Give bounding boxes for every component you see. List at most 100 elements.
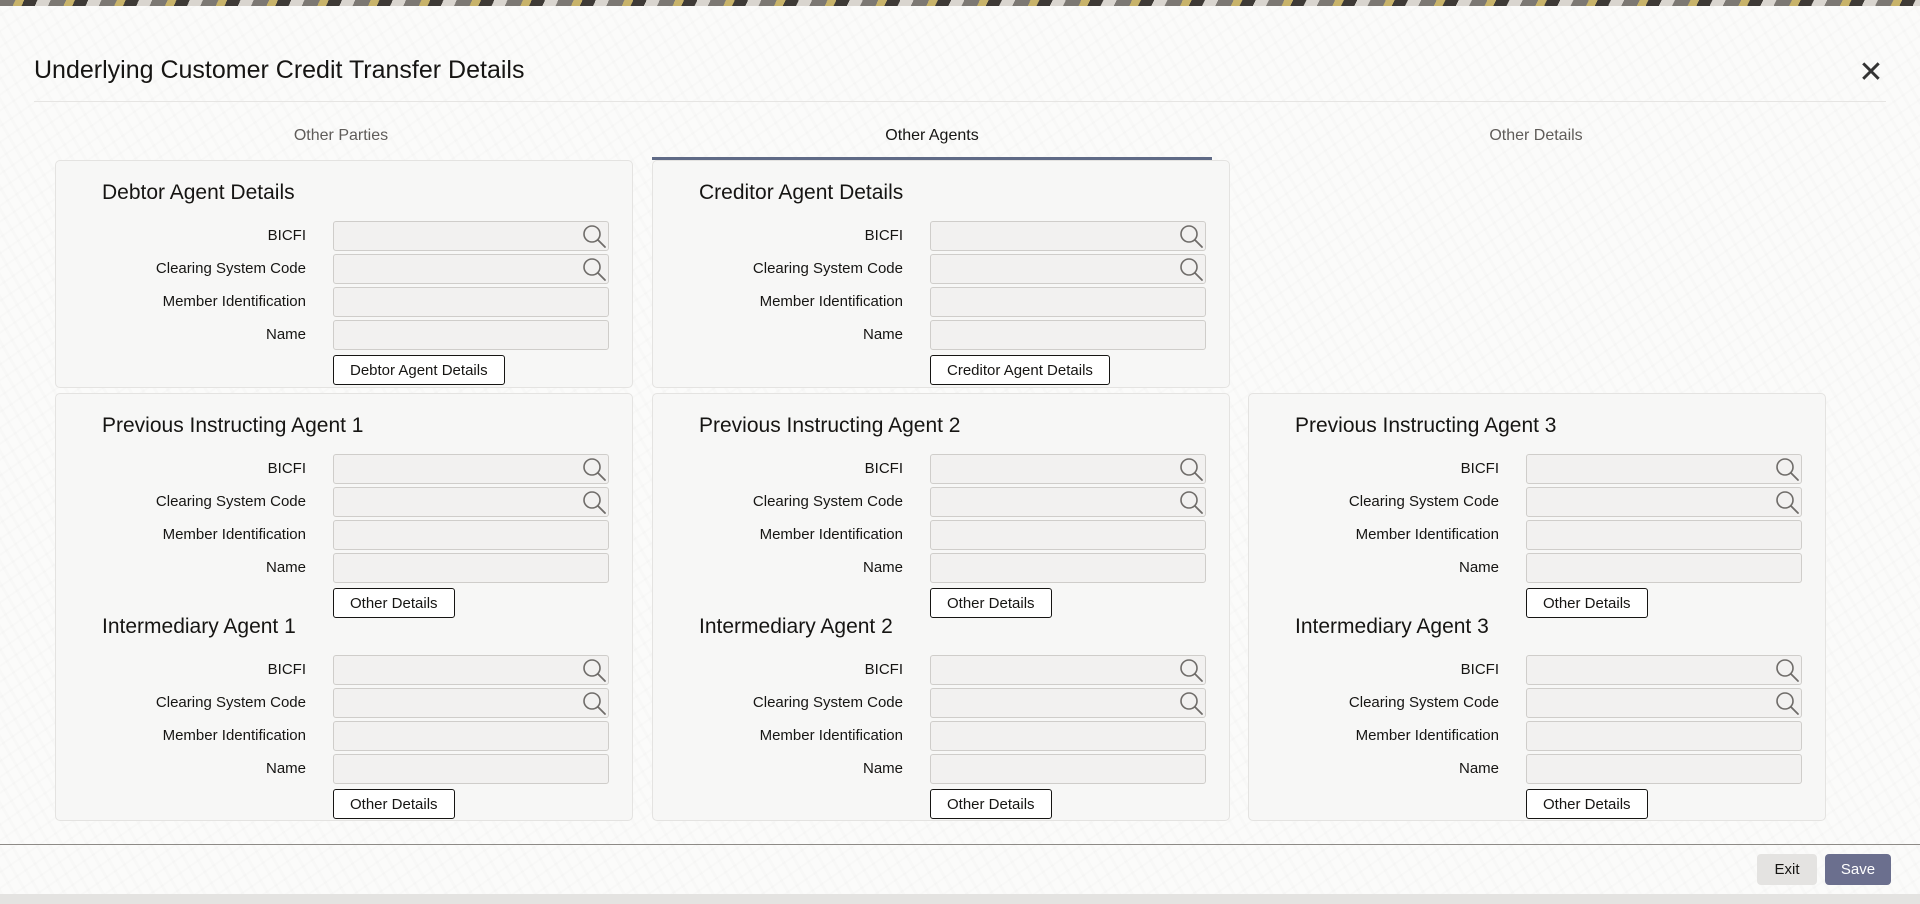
search-icon[interactable] [1178,489,1204,515]
search-icon[interactable] [581,256,607,282]
prev-agent-2-name-input[interactable] [930,553,1206,583]
prev-agent-2-clearing-system-code-input[interactable] [930,487,1206,517]
prev-agent-1-clearing-system-code-label: Clearing System Code [155,493,306,510]
inter-agent-1-bicfi-label: BICFI [267,661,306,678]
search-icon[interactable] [581,657,607,683]
prev-agent-3-name-label: Name [1458,559,1499,576]
inter-agent-2-clearing-system-code-label: Clearing System Code [752,694,903,711]
inter-agent-1-details-button[interactable]: Other Details [333,789,455,819]
creditor-agent-title: Creditor Agent Details [699,181,904,204]
prev-agent-2-member-identification-label: Member Identification [759,526,903,543]
inter-agent-2-title: Intermediary Agent 2 [699,615,893,638]
inter-agent-1-name-label: Name [265,760,306,777]
inter-agent-3-member-identification-input[interactable] [1526,721,1802,751]
search-icon[interactable] [1178,657,1204,683]
prev-agent-2-bicfi-label: BICFI [864,460,903,477]
close-icon[interactable]: ✕ [1856,58,1886,88]
prev-agent-3-panel: Previous Instructing Agent 3 BICFI Clearin… [1248,393,1826,821]
exit-button[interactable]: Exit [1757,854,1817,885]
search-icon[interactable] [1178,456,1204,482]
search-icon[interactable] [581,690,607,716]
search-icon[interactable] [1774,690,1800,716]
prev-agent-1-name-label: Name [265,559,306,576]
search-icon[interactable] [1774,456,1800,482]
debtor-agent-bicfi-label: BICFI [267,227,306,244]
search-icon[interactable] [1178,223,1204,249]
inter-agent-3-member-identification-label: Member Identification [1355,727,1499,744]
inter-agent-2-bicfi-input[interactable] [930,655,1206,685]
tab-other-agents[interactable]: Other Agents [652,121,1212,160]
creditor-agent-member-identification-input[interactable] [930,287,1206,317]
inter-agent-3-clearing-system-code-label: Clearing System Code [1348,694,1499,711]
tab-other-parties[interactable]: Other Parties [61,121,621,157]
prev-agent-1-details-button[interactable]: Other Details [333,588,455,618]
debtor-agent-member-identification-input[interactable] [333,287,609,317]
debtor-agent-bicfi-input[interactable] [333,221,609,251]
creditor-agent-clearing-system-code-input[interactable] [930,254,1206,284]
inter-agent-2-details-button[interactable]: Other Details [930,789,1052,819]
inter-agent-3-details-button[interactable]: Other Details [1526,789,1648,819]
inter-agent-1-name-input[interactable] [333,754,609,784]
prev-agent-2-clearing-system-code-label: Clearing System Code [752,493,903,510]
inter-agent-3-name-input[interactable] [1526,754,1802,784]
creditor-agent-clearing-system-code-label: Clearing System Code [752,260,903,277]
inter-agent-3-bicfi-input[interactable] [1526,655,1802,685]
creditor-agent-name-input[interactable] [930,320,1206,350]
prev-agent-1-bicfi-label: BICFI [267,460,306,477]
inter-agent-2-name-input[interactable] [930,754,1206,784]
prev-agent-2-bicfi-input[interactable] [930,454,1206,484]
prev-agent-1-clearing-system-code-input[interactable] [333,487,609,517]
creditor-agent-panel: Creditor Agent Details BICFI Clearing Syst… [652,160,1230,388]
prev-agent-3-bicfi-input[interactable] [1526,454,1802,484]
prev-agent-1-bicfi-input[interactable] [333,454,609,484]
search-icon[interactable] [1774,489,1800,515]
creditor-agent-bicfi-input[interactable] [930,221,1206,251]
footer-divider [0,844,1920,845]
prev-agent-1-name-input[interactable] [333,553,609,583]
creditor-agent-details-button[interactable]: Creditor Agent Details [930,355,1110,385]
prev-agent-1-member-identification-label: Member Identification [162,526,306,543]
search-icon[interactable] [1178,690,1204,716]
prev-agent-3-details-button[interactable]: Other Details [1526,588,1648,618]
prev-agent-3-member-identification-input[interactable] [1526,520,1802,550]
search-icon[interactable] [581,489,607,515]
prev-agent-2-title: Previous Instructing Agent 2 [699,414,961,437]
search-icon[interactable] [581,456,607,482]
inter-agent-3-clearing-system-code-input[interactable] [1526,688,1802,718]
prev-agent-2-member-identification-input[interactable] [930,520,1206,550]
prev-agent-2-panel: Previous Instructing Agent 2 BICFI Clearin… [652,393,1230,821]
prev-agent-3-title: Previous Instructing Agent 3 [1295,414,1557,437]
title-divider [34,101,1886,102]
search-icon[interactable] [1774,657,1800,683]
inter-agent-1-clearing-system-code-label: Clearing System Code [155,694,306,711]
inter-agent-3-bicfi-label: BICFI [1460,661,1499,678]
inter-agent-1-bicfi-input[interactable] [333,655,609,685]
prev-agent-3-clearing-system-code-label: Clearing System Code [1348,493,1499,510]
debtor-agent-clearing-system-code-input[interactable] [333,254,609,284]
debtor-agent-name-input[interactable] [333,320,609,350]
prev-agent-2-name-label: Name [862,559,903,576]
search-icon[interactable] [1178,256,1204,282]
prev-agent-3-bicfi-label: BICFI [1460,460,1499,477]
inter-agent-3-title: Intermediary Agent 3 [1295,615,1489,638]
inter-agent-2-name-label: Name [862,760,903,777]
debtor-agent-details-button[interactable]: Debtor Agent Details [333,355,505,385]
inter-agent-2-clearing-system-code-input[interactable] [930,688,1206,718]
inter-agent-1-clearing-system-code-input[interactable] [333,688,609,718]
inter-agent-3-name-label: Name [1458,760,1499,777]
prev-agent-3-clearing-system-code-input[interactable] [1526,487,1802,517]
prev-agent-1-panel: Previous Instructing Agent 1 BICFI Clearin… [55,393,633,821]
prev-agent-2-details-button[interactable]: Other Details [930,588,1052,618]
tab-other-details[interactable]: Other Details [1256,121,1816,157]
inter-agent-1-title: Intermediary Agent 1 [102,615,296,638]
prev-agent-1-title: Previous Instructing Agent 1 [102,414,364,437]
debtor-agent-name-label: Name [265,326,306,343]
inter-agent-1-member-identification-input[interactable] [333,721,609,751]
prev-agent-3-name-input[interactable] [1526,553,1802,583]
prev-agent-1-member-identification-input[interactable] [333,520,609,550]
debtor-agent-clearing-system-code-label: Clearing System Code [155,260,306,277]
search-icon[interactable] [581,223,607,249]
inter-agent-2-member-identification-input[interactable] [930,721,1206,751]
save-button[interactable]: Save [1825,854,1891,885]
transfer-details-dialog: Underlying Customer Credit Transfer Deta… [0,6,1920,894]
